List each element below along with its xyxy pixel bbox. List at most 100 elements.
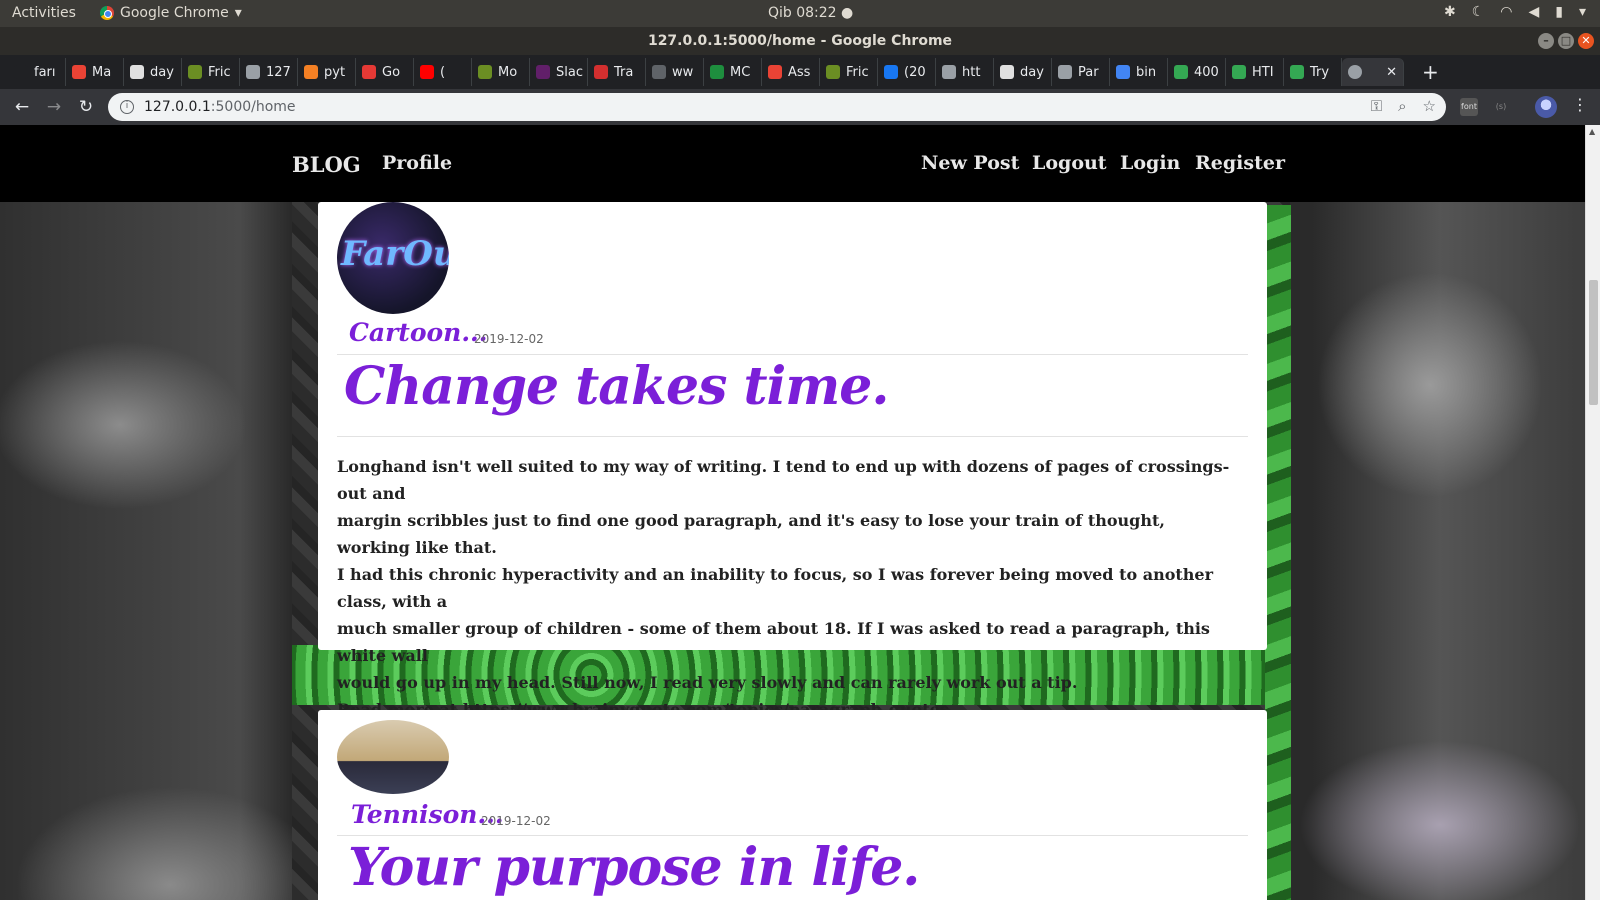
brand-link[interactable]: BLOG <box>292 152 361 177</box>
tab-label: day <box>1020 64 1044 80</box>
content-line: much smaller group of children - some of… <box>337 619 1210 665</box>
browser-tab[interactable]: HTI <box>1226 58 1284 86</box>
browser-tab[interactable]: Mo <box>472 58 530 86</box>
browser-tab[interactable]: Go <box>356 58 414 86</box>
browser-tab[interactable]: Ass <box>762 58 820 86</box>
post-card: FarOu Cartoon... 2019-12-02 Change takes… <box>318 202 1267 719</box>
browser-tab[interactable]: day <box>124 58 182 86</box>
tab-active[interactable]: ✕ <box>1342 58 1404 86</box>
address-bar[interactable]: i 127.0.0.1:5000/home ⚿ ⌕ ☆ <box>108 93 1446 121</box>
tab-label: bin <box>1136 64 1157 80</box>
post-author[interactable]: Cartoon... <box>349 318 487 347</box>
font-extension-icon[interactable]: font <box>1460 98 1478 116</box>
tab-label: htt <box>962 64 981 80</box>
tab-label: MC <box>730 64 751 80</box>
browser-tab[interactable]: Slac <box>530 58 588 86</box>
back-button[interactable]: ← <box>6 97 38 117</box>
divider <box>337 436 1248 437</box>
system-tray[interactable]: ✱ ☾ ◠ ◀ ▮ ▾ <box>1444 4 1586 20</box>
logout-link[interactable]: Logout <box>1032 152 1107 174</box>
profile-link[interactable]: Profile <box>382 152 452 174</box>
tab-label: (20 <box>904 64 926 80</box>
activities-button[interactable]: Activities <box>12 5 76 21</box>
scrollbar-thumb[interactable] <box>1589 280 1598 405</box>
favicon-icon <box>362 65 376 79</box>
zoom-icon[interactable]: ⌕ <box>1398 97 1406 115</box>
browser-tab[interactable]: bin <box>1110 58 1168 86</box>
star-icon[interactable]: ☆ <box>1423 97 1436 115</box>
tab-label: day <box>150 64 174 80</box>
tab-label: Go <box>382 64 401 80</box>
scroll-up-icon[interactable]: ▲ <box>1589 127 1595 136</box>
favicon-icon <box>536 65 550 79</box>
content-line: Longhand isn't well suited to my way of … <box>337 457 1230 503</box>
page-scrollbar[interactable]: ▲ <box>1585 125 1600 900</box>
browser-tab[interactable]: Fric <box>182 58 240 86</box>
reload-button[interactable]: ↻ <box>70 97 102 117</box>
volume-icon: ◀ <box>1528 4 1540 20</box>
close-window-button[interactable]: ✕ <box>1578 33 1594 49</box>
favicon-icon <box>1290 65 1304 79</box>
clock[interactable]: Qib 08:22 ● <box>768 5 853 21</box>
key-icon[interactable]: ⚿ <box>1371 97 1382 115</box>
close-tab-icon[interactable]: ✕ <box>1386 65 1397 80</box>
maximize-button[interactable]: □ <box>1558 33 1574 49</box>
minimize-button[interactable]: – <box>1538 33 1554 49</box>
content-line: margin scribbles just to find one good p… <box>337 511 1165 557</box>
divider <box>337 354 1248 355</box>
browser-tab[interactable]: Try <box>1284 58 1342 86</box>
tab-label: Try <box>1310 64 1330 80</box>
avatar[interactable] <box>337 720 449 794</box>
browser-tab[interactable]: ( <box>414 58 472 86</box>
info-icon[interactable]: i <box>120 100 134 114</box>
browser-tab[interactable]: Tra <box>588 58 646 86</box>
window-title: 127.0.0.1:5000/home - Google Chrome <box>647 33 953 49</box>
post-content: Longhand isn't well suited to my way of … <box>337 453 1242 723</box>
post-title[interactable]: Your purpose in life. <box>348 837 920 898</box>
browser-tab[interactable]: MC <box>704 58 762 86</box>
browser-tab[interactable]: htt <box>936 58 994 86</box>
tab-label: Mo <box>498 64 518 80</box>
tab-label: Ma <box>92 64 112 80</box>
browser-tab[interactable]: 400 <box>1168 58 1226 86</box>
forward-button[interactable]: → <box>38 97 70 117</box>
page-viewport: BLOG Profile New Post Logout Login Regis… <box>0 125 1600 900</box>
app-menu[interactable]: Google Chrome ▾ <box>100 5 242 21</box>
gnome-top-bar: Activities Google Chrome ▾ Qib 08:22 ● ✱… <box>0 0 1600 27</box>
browser-tab[interactable]: Fric <box>820 58 878 86</box>
avatar[interactable]: FarOu <box>337 202 449 314</box>
favicon-icon <box>942 65 956 79</box>
bluetooth-icon: ✱ <box>1443 4 1456 20</box>
tab-label: Par <box>1078 64 1099 80</box>
profile-avatar-icon[interactable] <box>1535 96 1557 118</box>
browser-tab[interactable]: 127 <box>240 58 298 86</box>
favicon-icon <box>304 65 318 79</box>
tab-label: farı <box>34 64 56 80</box>
content-line: would go up in my head. Still now, I rea… <box>337 673 1078 692</box>
new-tab-button[interactable]: + <box>1422 60 1439 84</box>
browser-tab[interactable]: Par <box>1052 58 1110 86</box>
favicon-icon <box>1000 65 1014 79</box>
browser-tab[interactable]: ww <box>646 58 704 86</box>
chrome-icon <box>100 6 114 20</box>
browser-tab[interactable]: pyt <box>298 58 356 86</box>
post-card: Tennison... 2019-12-02 Your purpose in l… <box>318 710 1267 900</box>
s-extension-icon[interactable]: (s) <box>1492 98 1510 116</box>
browser-tab[interactable]: Ma <box>66 58 124 86</box>
app-menu-label: Google Chrome <box>120 5 229 21</box>
site-navbar: BLOG Profile New Post Logout Login Regis… <box>0 125 1585 202</box>
globe-icon <box>1348 65 1362 79</box>
browser-tab[interactable]: farı <box>8 58 66 86</box>
browser-tab[interactable]: (20 <box>878 58 936 86</box>
window-controls: – □ ✕ <box>1538 33 1594 49</box>
favicon-icon <box>826 65 840 79</box>
new-post-link[interactable]: New Post <box>921 152 1019 174</box>
address-path: :5000/home <box>210 99 296 115</box>
divider <box>337 835 1248 836</box>
register-link[interactable]: Register <box>1195 152 1285 174</box>
browser-tab[interactable]: day <box>994 58 1052 86</box>
post-title[interactable]: Change takes time. <box>344 356 889 417</box>
menu-dots-icon[interactable]: ⋮ <box>1572 95 1588 114</box>
login-link[interactable]: Login <box>1120 152 1180 174</box>
favicon-icon <box>1232 65 1246 79</box>
